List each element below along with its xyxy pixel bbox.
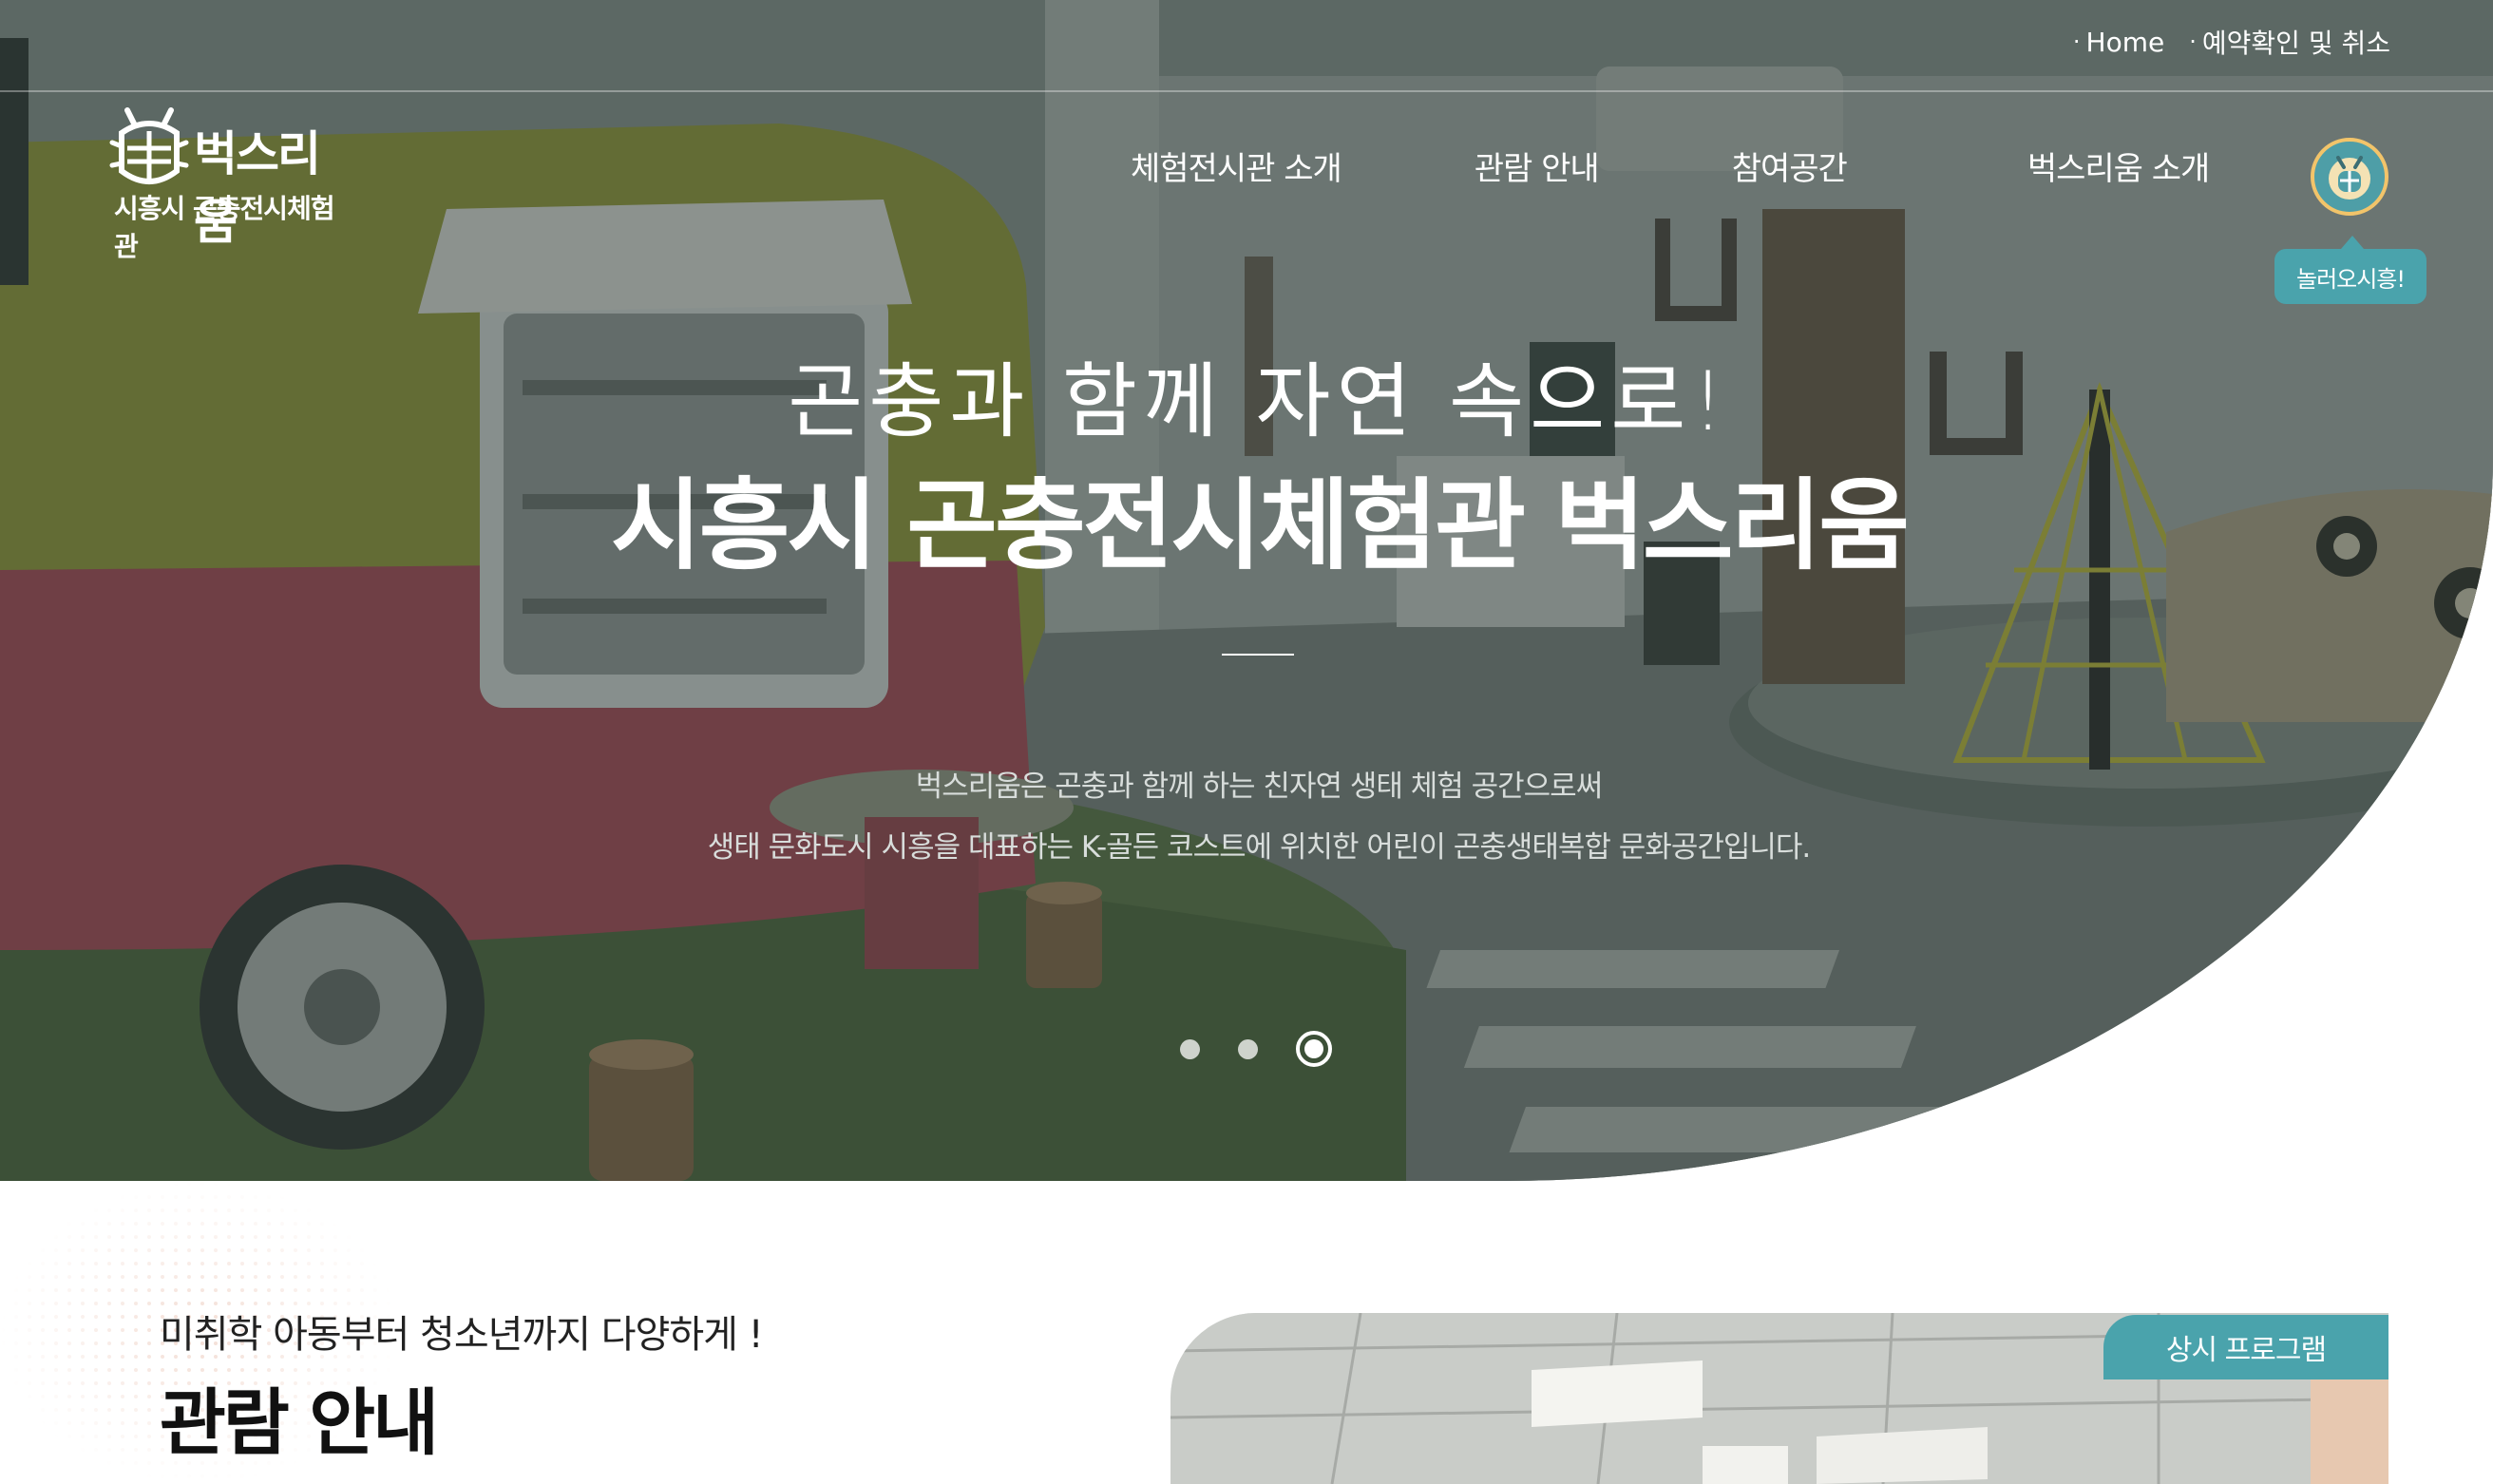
hero-title: 시흥시 곤충전시체험관 벅스리움 xyxy=(611,467,1910,583)
nav-item-visit-guide[interactable]: 관람 안내 xyxy=(1475,143,1600,189)
hero-description-line-1: 벅스리움은 곤충과 함께 하는 친자연 생태 체험 공간으로써 xyxy=(915,770,1603,804)
utility-links: · Home · 예약확인 및 취소 xyxy=(2073,23,2390,61)
mascot-button[interactable] xyxy=(2311,138,2388,216)
logo-subtitle: 시흥시 곤충전시체험관 xyxy=(114,193,335,262)
utility-bar: · Home · 예약확인 및 취소 xyxy=(0,0,2493,92)
mascot-tooltip[interactable]: 놀러오시흥! xyxy=(2274,236,2426,304)
slider-pagination xyxy=(1180,1031,1332,1067)
hero-headline: 곤충과 함께 자연 속으로! xyxy=(788,354,1730,449)
reservation-check-link[interactable]: · 예약확인 및 취소 xyxy=(2189,23,2390,61)
mascot-icon xyxy=(2329,156,2370,200)
program-badge[interactable]: 상시 프로그램 xyxy=(2103,1315,2388,1379)
main-navigation: 체험전시관 소개 관람 안내 참여공간 벅스리움 소개 xyxy=(1131,143,2210,189)
slide-dot-3-active[interactable] xyxy=(1296,1031,1332,1067)
guide-kicker: 미취학 아동부터 청소년까지 다양하게 ! xyxy=(160,1313,764,1357)
beetle-logo-icon xyxy=(109,107,189,184)
reservation-check-link-label: 예약확인 및 취소 xyxy=(2201,28,2390,59)
guide-title: 관람 안내 xyxy=(160,1380,439,1465)
hero-slider: · Home · 예약확인 및 취소 벅스리움 시흥시 곤충전시체험관 체험전시관 … xyxy=(0,0,2493,1181)
hero-divider xyxy=(1222,654,1294,656)
nav-item-participation[interactable]: 참여공간 xyxy=(1732,143,1848,189)
nav-item-bugsrium-intro[interactable]: 벅스리움 소개 xyxy=(2027,143,2210,189)
slide-dot-2[interactable] xyxy=(1238,1038,1258,1059)
site-logo[interactable]: 벅스리움 시흥시 곤충전시체험관 xyxy=(108,105,355,262)
home-link[interactable]: · Home xyxy=(2073,23,2164,61)
hero-description-line-2: 생태 문화도시 시흥을 대표하는 K-골든 코스트에 위치한 어린이 곤충생태복… xyxy=(707,830,1812,865)
nav-item-exhibition-intro[interactable]: 체험전시관 소개 xyxy=(1131,143,1342,189)
slide-dot-1[interactable] xyxy=(1180,1038,1200,1059)
home-link-label: Home xyxy=(2085,26,2165,58)
